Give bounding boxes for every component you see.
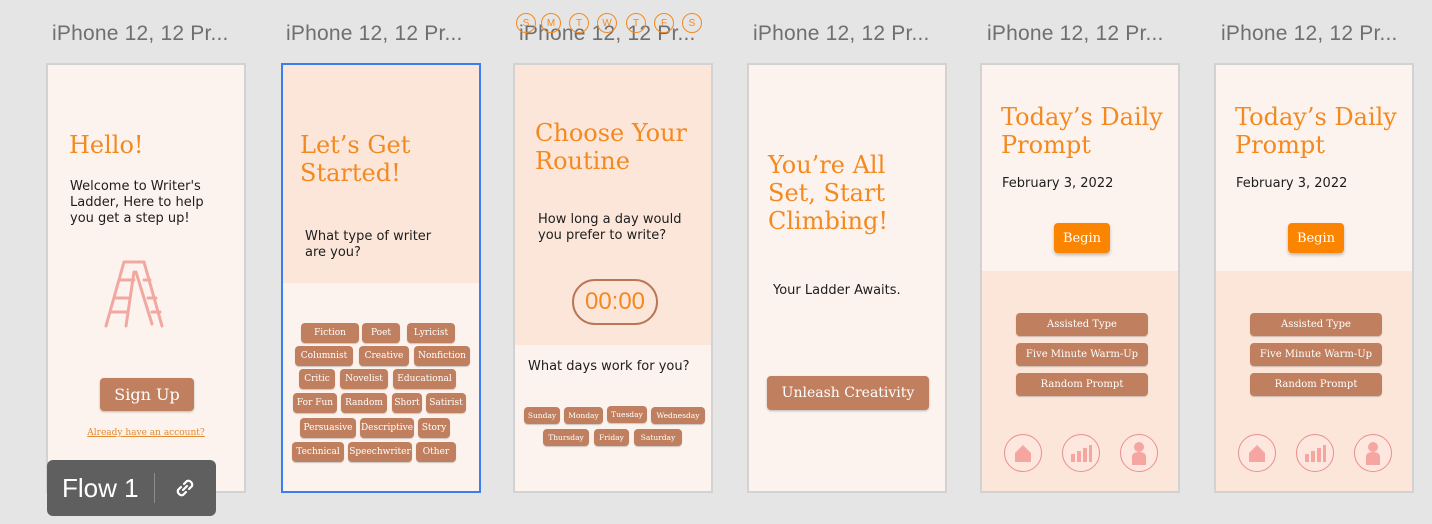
- flow-divider: [153, 473, 155, 503]
- warm-up-button[interactable]: Five Minute Warm-Up: [1016, 343, 1148, 366]
- artboard-welcome[interactable]: Hello! Welcome to Writer's Ladder, Here …: [46, 63, 246, 493]
- chip-thursday[interactable]: Thursday: [543, 429, 589, 446]
- heading-all-set: You’re All Set, Start Climbing!: [768, 151, 888, 235]
- ladder-icon: [100, 258, 170, 334]
- heading-hello: Hello!: [69, 131, 144, 159]
- link-icon[interactable]: [171, 474, 199, 502]
- chip-technical[interactable]: Technical: [292, 442, 344, 462]
- chip-novelist[interactable]: Novelist: [340, 369, 388, 389]
- assisted-type-button[interactable]: Assisted Type: [1250, 313, 1382, 336]
- random-prompt-button[interactable]: Random Prompt: [1250, 373, 1382, 396]
- begin-button[interactable]: Begin: [1288, 223, 1344, 253]
- timer-display[interactable]: 00:00: [572, 279, 658, 325]
- chip-for-fun[interactable]: For Fun: [293, 393, 337, 413]
- weekday-tuesday[interactable]: T: [569, 13, 589, 33]
- heading-daily-prompt: Today’s Daily Prompt: [1235, 103, 1397, 159]
- weekday-saturday[interactable]: S: [682, 13, 702, 33]
- frame-title-1[interactable]: iPhone 12, 12 Pr...: [52, 22, 229, 46]
- chip-tuesday[interactable]: Tuesday: [607, 406, 647, 423]
- chip-fiction[interactable]: Fiction: [301, 323, 359, 343]
- profile-icon: [1366, 442, 1380, 465]
- chip-short[interactable]: Short: [392, 393, 422, 413]
- heading-daily-prompt: Today’s Daily Prompt: [1001, 103, 1163, 159]
- home-icon: [1015, 445, 1031, 462]
- chip-other[interactable]: Other: [416, 442, 456, 462]
- nav-profile[interactable]: [1354, 434, 1392, 472]
- flow-label[interactable]: Flow 1: [62, 473, 139, 504]
- nav-profile[interactable]: [1120, 434, 1158, 472]
- chip-saturday[interactable]: Saturday: [634, 429, 682, 446]
- days-question: What days work for you?: [528, 359, 690, 374]
- frame-title-2[interactable]: iPhone 12, 12 Pr...: [286, 22, 463, 46]
- assisted-type-button[interactable]: Assisted Type: [1016, 313, 1148, 336]
- chip-columnist[interactable]: Columnist: [295, 346, 353, 366]
- unleash-creativity-button[interactable]: Unleash Creativity: [767, 376, 929, 410]
- chip-random[interactable]: Random: [341, 393, 387, 413]
- chip-monday[interactable]: Monday: [564, 407, 603, 424]
- nav-home[interactable]: [1238, 434, 1276, 472]
- chip-critic[interactable]: Critic: [299, 369, 335, 389]
- prompt-date: February 3, 2022: [1236, 176, 1348, 191]
- chip-wednesday[interactable]: Wednesday: [651, 407, 705, 424]
- signup-button[interactable]: Sign Up: [100, 378, 194, 411]
- weekday-sunday[interactable]: S: [516, 13, 536, 33]
- chip-satirist[interactable]: Satirist: [426, 393, 466, 413]
- heading-get-started: Let’s Get Started!: [300, 131, 411, 187]
- heading-routine: Choose Your Routine: [535, 119, 688, 175]
- chip-poet[interactable]: Poet: [362, 323, 400, 343]
- duration-question: How long a day would you prefer to write…: [538, 212, 682, 243]
- weekday-thursday[interactable]: T: [626, 13, 646, 33]
- chip-creative[interactable]: Creative: [359, 346, 409, 366]
- chip-story[interactable]: Story: [418, 418, 450, 438]
- ladder-awaits-text: Your Ladder Awaits.: [773, 283, 901, 298]
- artboard-routine[interactable]: Choose Your Routine How long a day would…: [513, 63, 713, 493]
- artboard-daily-prompt-2[interactable]: Today’s Daily Prompt February 3, 2022 Be…: [1214, 63, 1414, 493]
- flow-badge[interactable]: Flow 1: [47, 460, 216, 516]
- artboard-all-set[interactable]: You’re All Set, Start Climbing! Your Lad…: [747, 63, 947, 493]
- chip-nonfiction[interactable]: Nonfiction: [414, 346, 470, 366]
- weekday-wednesday[interactable]: W: [597, 13, 617, 33]
- login-link[interactable]: Already have an account?: [48, 428, 244, 438]
- writer-type-question: What type of writer are you?: [305, 229, 432, 260]
- frame-title-6[interactable]: iPhone 12, 12 Pr...: [1221, 22, 1398, 46]
- home-icon: [1249, 445, 1265, 462]
- nav-home[interactable]: [1004, 434, 1042, 472]
- chip-descriptive[interactable]: Descriptive: [360, 418, 414, 438]
- stats-icon: [1071, 445, 1092, 462]
- frame-title-5[interactable]: iPhone 12, 12 Pr...: [987, 22, 1164, 46]
- frame-title-4[interactable]: iPhone 12, 12 Pr...: [753, 22, 930, 46]
- welcome-text: Welcome to Writer's Ladder, Here to help…: [70, 179, 204, 226]
- chip-sunday[interactable]: Sunday: [524, 407, 560, 424]
- nav-stats[interactable]: [1296, 434, 1334, 472]
- chip-lyricist[interactable]: Lyricist: [407, 323, 455, 343]
- prompt-date: February 3, 2022: [1002, 176, 1114, 191]
- begin-button[interactable]: Begin: [1054, 223, 1110, 253]
- weekday-monday[interactable]: M: [541, 13, 561, 33]
- artboard-daily-prompt[interactable]: Today’s Daily Prompt February 3, 2022 Be…: [980, 63, 1180, 493]
- stats-icon: [1305, 445, 1326, 462]
- chip-educational[interactable]: Educational: [393, 369, 456, 389]
- chip-speechwriter[interactable]: Speechwriter: [348, 442, 412, 462]
- chip-friday[interactable]: Friday: [594, 429, 629, 446]
- weekday-friday[interactable]: F: [654, 13, 674, 33]
- nav-stats[interactable]: [1062, 434, 1100, 472]
- artboard-writer-type[interactable]: Let’s Get Started! What type of writer a…: [281, 63, 481, 493]
- warm-up-button[interactable]: Five Minute Warm-Up: [1250, 343, 1382, 366]
- random-prompt-button[interactable]: Random Prompt: [1016, 373, 1148, 396]
- profile-icon: [1132, 442, 1146, 465]
- chip-persuasive[interactable]: Persuasive: [300, 418, 356, 438]
